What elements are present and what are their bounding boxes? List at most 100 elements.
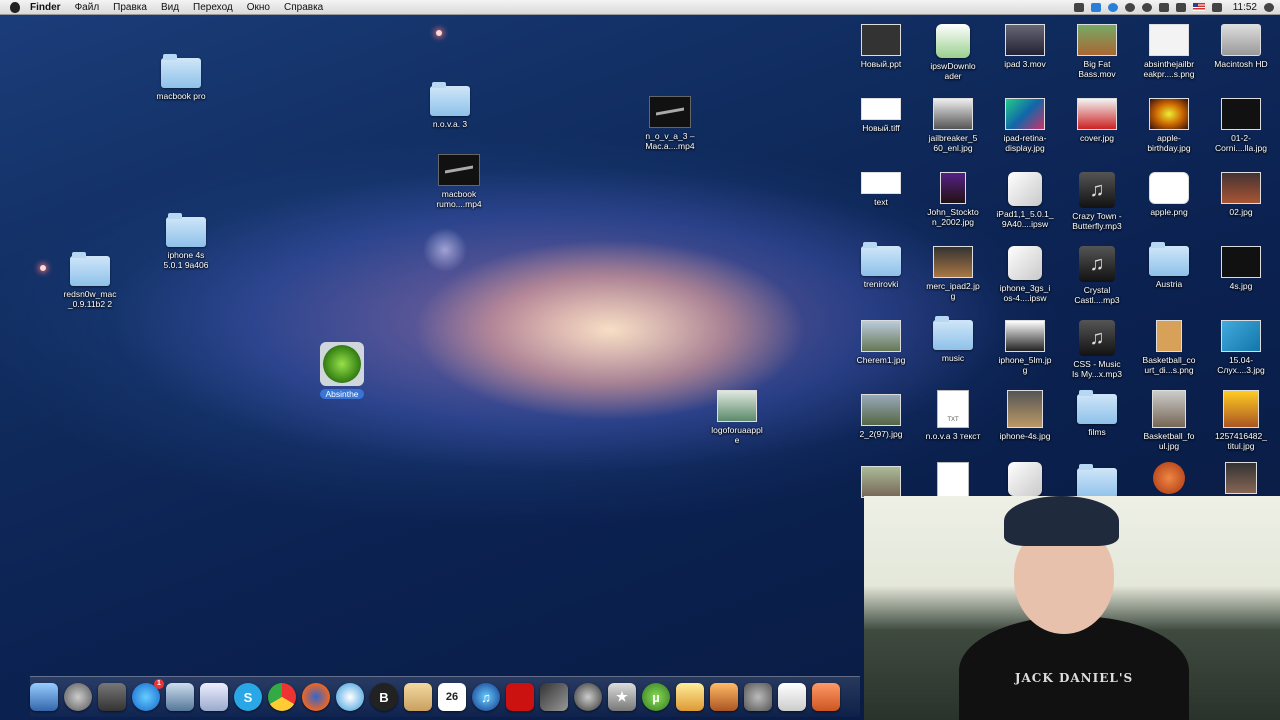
folder-icon [861,242,901,276]
icon-label: 01-2- Corni....lla.jpg [1215,133,1267,153]
notification-badge: 1 [154,679,164,689]
twitter-icon[interactable] [1090,2,1101,12]
final-cut-icon[interactable] [540,683,568,711]
desktop-image-titul[interactable]: 1257416482_ titul.jpg [1199,390,1280,451]
menu-edit[interactable]: Правка [113,2,147,13]
image-thumbnail-icon [1007,390,1043,428]
stack-icon[interactable] [812,683,840,711]
desktop-image-02[interactable]: 02.jpg [1199,172,1280,217]
textedit-icon[interactable] [676,683,704,711]
folder-icon [166,213,206,247]
image-thumbnail-icon [1149,24,1189,56]
video-thumbnail-icon [438,154,480,186]
wifi-icon[interactable] [1175,2,1186,12]
status-area: 11:52 [1073,0,1274,14]
desktop-image-corni[interactable]: 01-2- Corni....lla.jpg [1199,98,1280,153]
desktop-video-nova3-mac[interactable]: n_o_v_a_3 – Mac.a....mp4 [628,96,712,151]
star-decoration [436,30,442,36]
volume-icon[interactable] [1211,2,1222,12]
skype-icon[interactable] [1107,2,1118,12]
ipsw-downloader-icon [936,24,970,58]
preview-icon[interactable] [166,683,194,711]
photo-booth-icon[interactable] [506,683,534,711]
icon-label: iphone 4s 5.0.1 9a406 [163,250,209,270]
ipsw-file-icon [1008,246,1042,280]
icon-label: n.o.v.a. 3 [432,119,468,129]
desktop-image-sluh[interactable]: 15.04- Слух....3.jpg [1199,320,1280,375]
video-thumbnail-icon [1005,24,1045,56]
ipsw-file-icon [1008,462,1042,496]
bluetooth-icon[interactable] [1158,2,1169,12]
desktop-folder-nova3[interactable]: n.o.v.a. 3 [408,82,492,129]
image-thumbnail-icon [1223,390,1259,428]
menu-finder[interactable]: Finder [30,2,61,13]
menu-window[interactable]: Окно [247,2,270,13]
icon-label: 1257416482_ titul.jpg [1214,431,1267,451]
desktop-image-partial-2[interactable] [1199,462,1280,494]
image-thumbnail-icon [1005,98,1045,130]
image-thumbnail-icon [933,98,973,130]
launchpad-icon[interactable] [64,683,92,711]
contacts-icon[interactable] [404,683,432,711]
text-document-icon [861,172,901,194]
firefox-icon[interactable] [302,683,330,711]
spotlight-icon[interactable] [1264,2,1274,12]
desktop-folder-redsn0w[interactable]: redsn0w_mac _0.9.11b2 2 [48,252,132,309]
desktop-drive-macintosh-hd[interactable]: Macintosh HD [1199,24,1280,69]
image-thumbnail-icon [1077,98,1117,130]
apple-menu-icon[interactable] [10,1,20,13]
music-file-icon: ♫ [1079,172,1115,208]
system-preferences-icon[interactable] [744,683,772,711]
folder-icon [70,252,110,286]
safari-icon[interactable] [336,683,364,711]
clock[interactable]: 11:52 [1233,2,1257,13]
dvd-icon[interactable] [574,683,602,711]
menu-view[interactable]: Вид [161,2,179,13]
itunes-icon[interactable]: ♫ [472,683,500,711]
b-app-icon[interactable]: B [370,683,398,711]
ppt-document-icon [861,24,901,56]
document-icon [937,462,969,500]
desktop-folder-iphone4s[interactable]: iphone 4s 5.0.1 9a406 [144,213,228,270]
txt-document-icon [937,390,969,428]
us-flag-icon[interactable] [1192,3,1205,11]
sync-icon[interactable] [1124,2,1135,12]
image-thumbnail-icon [1005,320,1045,352]
image-thumbnail-icon [861,320,901,352]
calendar-icon[interactable]: 26 [438,683,466,711]
icon-label: macbook rumo....mp4 [436,189,482,209]
image-capture-icon[interactable] [710,683,738,711]
mission-control-icon[interactable] [98,683,126,711]
skype-icon[interactable]: S [234,683,262,711]
chrome-icon[interactable] [268,683,296,711]
person-cap [1004,496,1119,546]
desktop-image-4s[interactable]: 4s.jpg [1199,246,1280,291]
icon-label: logoforuaappl e [711,425,763,445]
absinthe-app-icon [320,342,364,386]
desktop-video-macbook-rumo[interactable]: macbook rumo....mp4 [417,154,501,209]
ipsw-file-icon [1008,172,1042,206]
image-thumbnail-icon [933,246,973,278]
menu-file[interactable]: Файл [75,2,100,13]
time-machine-icon[interactable] [1141,2,1152,12]
folder-icon [1149,242,1189,276]
menu-go[interactable]: Переход [193,2,233,13]
folder-icon [161,54,201,88]
desktop-image-logoforua[interactable]: logoforuaappl e [695,390,779,445]
image-thumbnail-icon [861,394,901,426]
menu-help[interactable]: Справка [284,2,323,13]
imovie-icon[interactable]: ★ [608,683,636,711]
video-thumbnail-icon [1077,24,1117,56]
hard-drive-icon [1221,24,1261,56]
icon-label-selected: Absinthe [320,389,364,399]
utorrent-icon[interactable]: µ [642,683,670,711]
documents-icon[interactable] [778,683,806,711]
image-thumbnail-icon [1221,98,1261,130]
desktop-folder-macbook-pro[interactable]: macbook pro [139,54,223,101]
video-thumbnail-icon [649,96,691,128]
app-store-icon[interactable]: 1 [132,679,164,711]
desktop-app-absinthe[interactable]: Absinthe [300,342,384,399]
mail-send-icon[interactable] [200,683,228,711]
screen-icon[interactable] [1073,2,1084,12]
finder-icon[interactable] [30,683,58,711]
